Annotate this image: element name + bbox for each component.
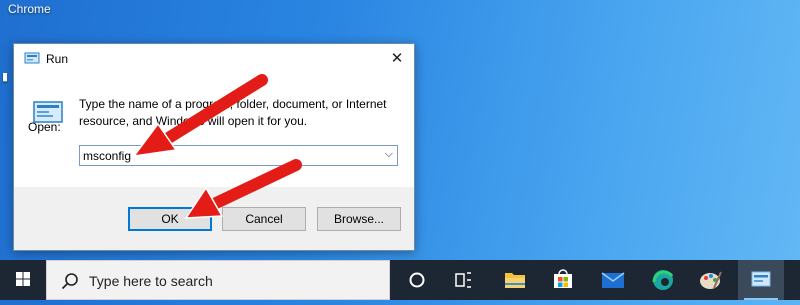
microsoft-store-button[interactable] bbox=[540, 260, 586, 300]
search-placeholder: Type here to search bbox=[89, 273, 213, 289]
cortana-button[interactable] bbox=[394, 260, 440, 300]
dialog-titlebar[interactable]: Run ✕ bbox=[14, 44, 414, 74]
run-dialog: Run ✕ Type the name of a program, folder… bbox=[13, 43, 415, 251]
ok-button[interactable]: OK bbox=[128, 207, 212, 231]
taskbar-search[interactable]: Type here to search bbox=[46, 260, 390, 300]
windows-start-icon bbox=[16, 272, 30, 286]
desktop-icon-chrome-label[interactable]: Chrome bbox=[8, 2, 51, 16]
open-combobox[interactable]: ⌵ bbox=[79, 145, 398, 166]
file-explorer-button[interactable] bbox=[492, 260, 538, 300]
mail-button[interactable] bbox=[590, 260, 636, 300]
chevron-down-icon[interactable]: ⌵ bbox=[385, 148, 393, 161]
run-icon bbox=[24, 52, 40, 64]
cancel-button[interactable]: Cancel bbox=[222, 207, 306, 231]
run-icon bbox=[751, 271, 771, 287]
cortana-icon bbox=[409, 272, 425, 288]
close-button[interactable]: ✕ bbox=[380, 44, 414, 74]
browse-button[interactable]: Browse... bbox=[317, 207, 401, 231]
search-icon bbox=[61, 273, 78, 290]
file-explorer-icon bbox=[505, 273, 525, 288]
taskbar: Type here to search bbox=[0, 260, 800, 300]
open-input[interactable] bbox=[83, 147, 373, 164]
dialog-title: Run bbox=[46, 52, 69, 66]
edge-icon bbox=[652, 270, 674, 290]
run-taskbar-button[interactable] bbox=[738, 260, 784, 300]
paint-icon bbox=[700, 271, 722, 289]
paint-button[interactable] bbox=[688, 260, 734, 300]
microsoft-store-icon bbox=[554, 269, 572, 288]
task-view-icon bbox=[455, 272, 471, 288]
open-label: Open: bbox=[28, 120, 61, 134]
desktop-icon-fragment: ▮ bbox=[2, 71, 9, 83]
dialog-body: Type the name of a program, folder, docu… bbox=[14, 74, 414, 187]
mail-icon bbox=[601, 272, 625, 288]
windows-start-button[interactable] bbox=[0, 260, 46, 300]
edge-button[interactable] bbox=[640, 260, 686, 300]
task-view-button[interactable] bbox=[440, 260, 486, 300]
dialog-description: Type the name of a program, folder, docu… bbox=[79, 97, 387, 128]
